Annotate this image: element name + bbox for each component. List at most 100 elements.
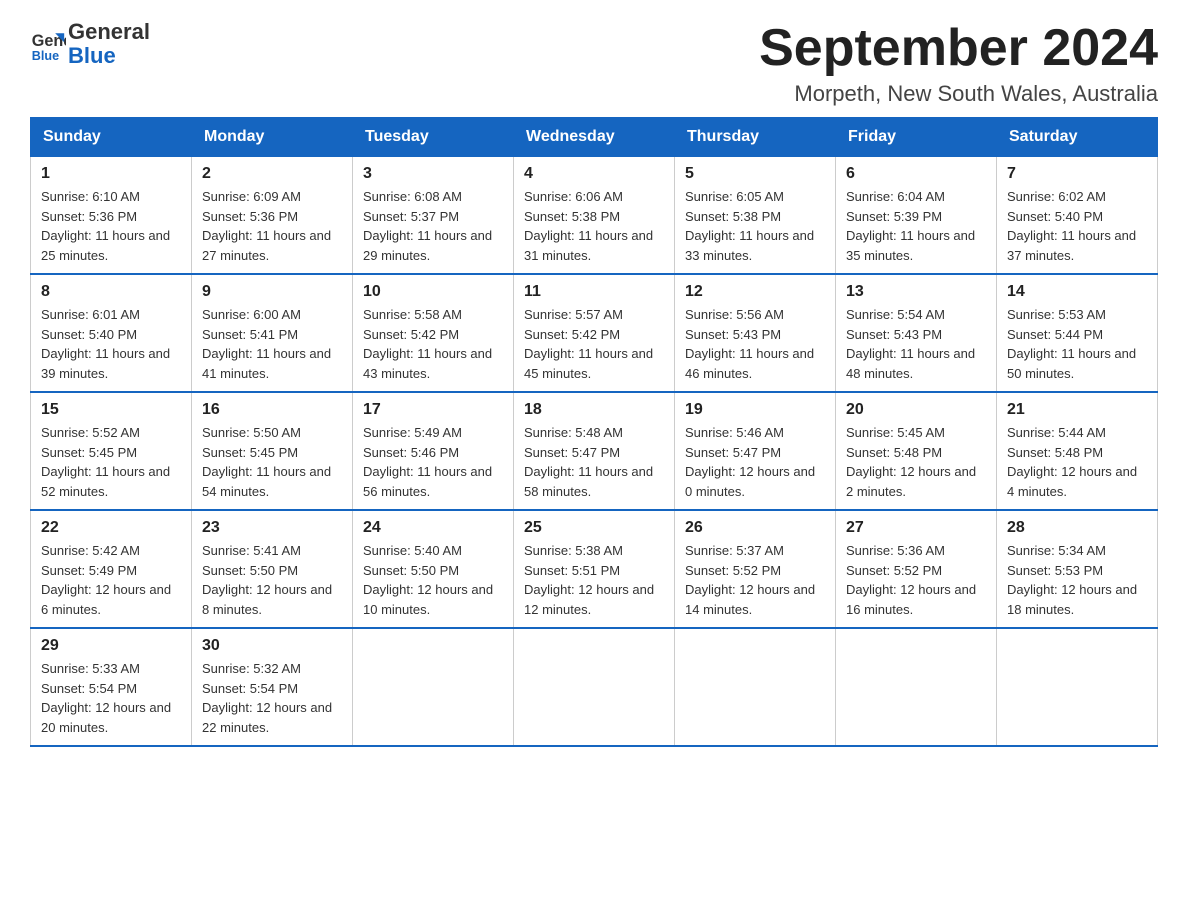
sunset-label: Sunset: 5:53 PM — [1007, 563, 1103, 578]
title-block: September 2024 Morpeth, New South Wales,… — [759, 20, 1158, 107]
daylight-label: Daylight: 11 hours and 31 minutes. — [524, 228, 653, 263]
daylight-label: Daylight: 11 hours and 27 minutes. — [202, 228, 331, 263]
sunrise-label: Sunrise: 6:06 AM — [524, 189, 623, 204]
day-info: Sunrise: 5:42 AM Sunset: 5:49 PM Dayligh… — [41, 541, 181, 619]
header-monday: Monday — [192, 118, 353, 157]
sunrise-label: Sunrise: 5:34 AM — [1007, 543, 1106, 558]
sunrise-label: Sunrise: 5:44 AM — [1007, 425, 1106, 440]
week-row-4: 22 Sunrise: 5:42 AM Sunset: 5:49 PM Dayl… — [31, 510, 1158, 628]
sunrise-label: Sunrise: 6:02 AM — [1007, 189, 1106, 204]
week-row-1: 1 Sunrise: 6:10 AM Sunset: 5:36 PM Dayli… — [31, 157, 1158, 275]
sunrise-label: Sunrise: 6:05 AM — [685, 189, 784, 204]
day-info: Sunrise: 5:58 AM Sunset: 5:42 PM Dayligh… — [363, 305, 503, 383]
header-sunday: Sunday — [31, 118, 192, 157]
sunset-label: Sunset: 5:42 PM — [524, 327, 620, 342]
day-number: 18 — [524, 401, 664, 419]
sunrise-label: Sunrise: 5:52 AM — [41, 425, 140, 440]
day-cell: 4 Sunrise: 6:06 AM Sunset: 5:38 PM Dayli… — [514, 157, 675, 275]
daylight-label: Daylight: 11 hours and 35 minutes. — [846, 228, 975, 263]
location-title: Morpeth, New South Wales, Australia — [759, 81, 1158, 107]
day-number: 19 — [685, 401, 825, 419]
day-number: 15 — [41, 401, 181, 419]
sunrise-label: Sunrise: 5:56 AM — [685, 307, 784, 322]
sunset-label: Sunset: 5:47 PM — [685, 445, 781, 460]
sunrise-label: Sunrise: 5:32 AM — [202, 661, 301, 676]
day-info: Sunrise: 5:36 AM Sunset: 5:52 PM Dayligh… — [846, 541, 986, 619]
daylight-label: Daylight: 12 hours and 6 minutes. — [41, 582, 171, 617]
day-cell — [353, 628, 514, 746]
day-info: Sunrise: 5:54 AM Sunset: 5:43 PM Dayligh… — [846, 305, 986, 383]
day-info: Sunrise: 5:49 AM Sunset: 5:46 PM Dayligh… — [363, 423, 503, 501]
sunset-label: Sunset: 5:37 PM — [363, 209, 459, 224]
day-info: Sunrise: 5:52 AM Sunset: 5:45 PM Dayligh… — [41, 423, 181, 501]
sunset-label: Sunset: 5:42 PM — [363, 327, 459, 342]
day-info: Sunrise: 5:41 AM Sunset: 5:50 PM Dayligh… — [202, 541, 342, 619]
sunset-label: Sunset: 5:41 PM — [202, 327, 298, 342]
day-cell — [675, 628, 836, 746]
sunset-label: Sunset: 5:36 PM — [202, 209, 298, 224]
daylight-label: Daylight: 11 hours and 52 minutes. — [41, 464, 170, 499]
day-info: Sunrise: 6:04 AM Sunset: 5:39 PM Dayligh… — [846, 187, 986, 265]
day-cell: 10 Sunrise: 5:58 AM Sunset: 5:42 PM Dayl… — [353, 274, 514, 392]
day-number: 23 — [202, 519, 342, 537]
month-title: September 2024 — [759, 20, 1158, 77]
day-info: Sunrise: 6:10 AM Sunset: 5:36 PM Dayligh… — [41, 187, 181, 265]
day-info: Sunrise: 6:09 AM Sunset: 5:36 PM Dayligh… — [202, 187, 342, 265]
day-number: 26 — [685, 519, 825, 537]
day-number: 9 — [202, 283, 342, 301]
day-number: 29 — [41, 637, 181, 655]
daylight-label: Daylight: 12 hours and 8 minutes. — [202, 582, 332, 617]
header-row: SundayMondayTuesdayWednesdayThursdayFrid… — [31, 118, 1158, 157]
sunset-label: Sunset: 5:47 PM — [524, 445, 620, 460]
day-cell: 29 Sunrise: 5:33 AM Sunset: 5:54 PM Dayl… — [31, 628, 192, 746]
daylight-label: Daylight: 12 hours and 14 minutes. — [685, 582, 815, 617]
day-cell: 9 Sunrise: 6:00 AM Sunset: 5:41 PM Dayli… — [192, 274, 353, 392]
day-number: 1 — [41, 165, 181, 183]
day-number: 5 — [685, 165, 825, 183]
daylight-label: Daylight: 11 hours and 45 minutes. — [524, 346, 653, 381]
day-info: Sunrise: 6:05 AM Sunset: 5:38 PM Dayligh… — [685, 187, 825, 265]
daylight-label: Daylight: 12 hours and 22 minutes. — [202, 700, 332, 735]
calendar-header: SundayMondayTuesdayWednesdayThursdayFrid… — [31, 118, 1158, 157]
sunrise-label: Sunrise: 5:48 AM — [524, 425, 623, 440]
day-cell — [836, 628, 997, 746]
daylight-label: Daylight: 12 hours and 4 minutes. — [1007, 464, 1137, 499]
daylight-label: Daylight: 11 hours and 29 minutes. — [363, 228, 492, 263]
day-cell: 11 Sunrise: 5:57 AM Sunset: 5:42 PM Dayl… — [514, 274, 675, 392]
day-info: Sunrise: 6:06 AM Sunset: 5:38 PM Dayligh… — [524, 187, 664, 265]
day-number: 20 — [846, 401, 986, 419]
day-cell: 7 Sunrise: 6:02 AM Sunset: 5:40 PM Dayli… — [997, 157, 1158, 275]
day-number: 7 — [1007, 165, 1147, 183]
day-number: 3 — [363, 165, 503, 183]
day-number: 28 — [1007, 519, 1147, 537]
sunrise-label: Sunrise: 5:49 AM — [363, 425, 462, 440]
sunset-label: Sunset: 5:43 PM — [846, 327, 942, 342]
day-info: Sunrise: 5:37 AM Sunset: 5:52 PM Dayligh… — [685, 541, 825, 619]
daylight-label: Daylight: 11 hours and 48 minutes. — [846, 346, 975, 381]
day-cell: 26 Sunrise: 5:37 AM Sunset: 5:52 PM Dayl… — [675, 510, 836, 628]
header-wednesday: Wednesday — [514, 118, 675, 157]
daylight-label: Daylight: 11 hours and 39 minutes. — [41, 346, 170, 381]
sunrise-label: Sunrise: 5:50 AM — [202, 425, 301, 440]
logo-blue: Blue — [68, 44, 150, 68]
sunset-label: Sunset: 5:48 PM — [1007, 445, 1103, 460]
day-number: 17 — [363, 401, 503, 419]
sunrise-label: Sunrise: 5:38 AM — [524, 543, 623, 558]
sunrise-label: Sunrise: 5:58 AM — [363, 307, 462, 322]
day-info: Sunrise: 5:48 AM Sunset: 5:47 PM Dayligh… — [524, 423, 664, 501]
sunrise-label: Sunrise: 6:04 AM — [846, 189, 945, 204]
sunrise-label: Sunrise: 5:46 AM — [685, 425, 784, 440]
sunset-label: Sunset: 5:36 PM — [41, 209, 137, 224]
day-info: Sunrise: 5:34 AM Sunset: 5:53 PM Dayligh… — [1007, 541, 1147, 619]
day-info: Sunrise: 5:38 AM Sunset: 5:51 PM Dayligh… — [524, 541, 664, 619]
daylight-label: Daylight: 11 hours and 43 minutes. — [363, 346, 492, 381]
day-number: 30 — [202, 637, 342, 655]
daylight-label: Daylight: 11 hours and 37 minutes. — [1007, 228, 1136, 263]
sunset-label: Sunset: 5:54 PM — [41, 681, 137, 696]
day-info: Sunrise: 5:45 AM Sunset: 5:48 PM Dayligh… — [846, 423, 986, 501]
header-tuesday: Tuesday — [353, 118, 514, 157]
daylight-label: Daylight: 12 hours and 18 minutes. — [1007, 582, 1137, 617]
day-number: 25 — [524, 519, 664, 537]
sunrise-label: Sunrise: 6:00 AM — [202, 307, 301, 322]
daylight-label: Daylight: 11 hours and 56 minutes. — [363, 464, 492, 499]
